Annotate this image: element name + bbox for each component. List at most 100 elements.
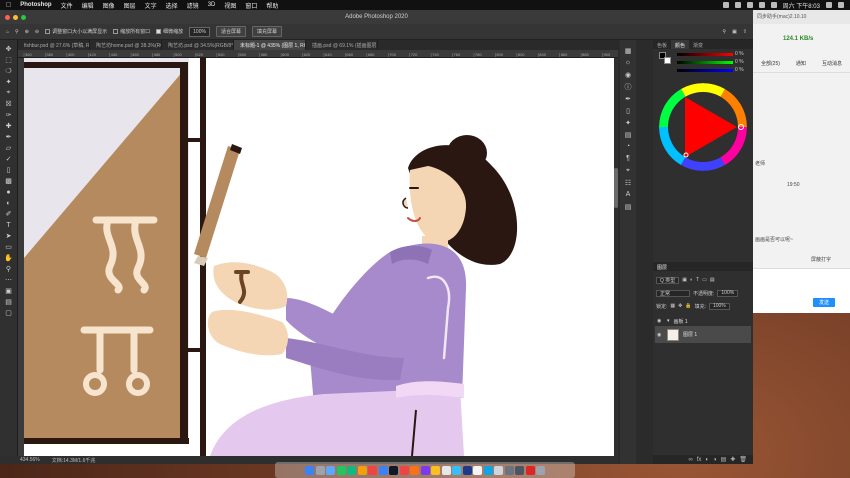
canvas-scrollbar[interactable] xyxy=(614,58,618,456)
menu-window[interactable]: 窗口 xyxy=(245,1,257,10)
apple-icon[interactable]:  xyxy=(6,2,11,9)
histogram-icon[interactable]: ▤ xyxy=(624,130,633,139)
lasso-tool-icon[interactable]: ❍ xyxy=(3,66,14,76)
chat-tab-notify[interactable]: 通知 xyxy=(796,60,806,67)
menubar-clock[interactable]: 周六 下午8:03 xyxy=(783,1,820,10)
cloud-status-icon[interactable] xyxy=(734,2,741,8)
document-size[interactable]: 文档:14.3M/1.6千兆 xyxy=(52,457,96,464)
menu-help[interactable]: 帮助 xyxy=(266,1,278,10)
link-layers-icon[interactable]: ∞ xyxy=(688,457,692,463)
adjustments-icon[interactable]: ☼ xyxy=(624,58,633,67)
layers-panel-title[interactable]: 图层 xyxy=(653,262,753,271)
zoom-percent-field[interactable]: 100% xyxy=(189,26,210,37)
hand-tool-icon[interactable]: ✋ xyxy=(3,253,14,263)
lock-all-icon[interactable]: 🔒 xyxy=(685,303,691,309)
scrollbar-thumb[interactable] xyxy=(614,168,618,208)
downloads-icon[interactable] xyxy=(515,465,524,475)
preview-icon[interactable] xyxy=(494,465,503,475)
background-swatch[interactable] xyxy=(664,57,671,64)
blur-tool-icon[interactable]: ● xyxy=(3,187,14,197)
clone-source-icon[interactable]: ▯ xyxy=(624,106,633,115)
menu-layer[interactable]: 图层 xyxy=(124,1,136,10)
tab-swatches[interactable]: 色板 xyxy=(653,40,671,49)
menu-filter[interactable]: 滤镜 xyxy=(187,1,199,10)
qq-icon[interactable] xyxy=(452,465,461,475)
slider-3-value[interactable]: 0 % xyxy=(735,67,744,73)
mask-icon[interactable]: ◐ xyxy=(705,457,709,463)
terminal-icon[interactable] xyxy=(389,465,398,475)
zoom-tool-side-icon[interactable]: ⚲ xyxy=(3,264,14,274)
mute-typing-checkbox[interactable]: 屏蔽打字 xyxy=(811,256,831,263)
eyedropper-icon[interactable]: ✑ xyxy=(3,110,14,120)
control-center-icon[interactable] xyxy=(838,2,844,8)
zoom-all-windows-checkbox[interactable]: 缩放所有窗口 xyxy=(113,28,150,35)
path-select-icon[interactable]: ➤ xyxy=(3,231,14,241)
browser-icon[interactable] xyxy=(473,465,482,475)
slider-2-value[interactable]: 0 % xyxy=(735,59,744,65)
fit-screen-button[interactable]: 适合屏幕 xyxy=(215,26,246,37)
menu-app-photoshop[interactable]: Photoshop xyxy=(20,2,51,8)
pen-tool-icon[interactable]: ✐ xyxy=(3,209,14,219)
close-window-button[interactable] xyxy=(5,14,10,20)
zoom-window-button[interactable] xyxy=(21,14,26,20)
slider-2[interactable] xyxy=(677,61,733,64)
launchpad-icon[interactable] xyxy=(315,465,325,475)
stamp-tool-icon[interactable]: ▱ xyxy=(3,143,14,153)
eraser-tool-icon[interactable]: ▯ xyxy=(3,165,14,175)
aftereffects-icon[interactable] xyxy=(410,465,419,475)
quick-mask-icon[interactable]: ▤ xyxy=(3,297,14,307)
slider-3[interactable] xyxy=(677,69,733,72)
xcode-icon[interactable] xyxy=(441,465,451,475)
tab-fishbur[interactable]: fishbur.psd @ 27.6% (草稿, RGB/8) xyxy=(18,40,90,50)
input-method-icon[interactable] xyxy=(770,2,777,8)
paragraph-icon[interactable]: ¶ xyxy=(624,154,633,163)
layer-group-artboard[interactable]: ◉ ▾ 画板 1 xyxy=(655,316,751,326)
trash-dock-icon[interactable] xyxy=(536,465,545,475)
menu-select[interactable]: 选择 xyxy=(166,1,178,10)
channels-icon[interactable]: ▤ xyxy=(624,202,633,211)
share-icon[interactable]: ⇧ xyxy=(743,29,747,35)
document-canvas[interactable] xyxy=(24,58,614,456)
lock-position-icon[interactable]: ✥ xyxy=(678,303,682,309)
dodge-tool-icon[interactable]: ◐ xyxy=(3,198,14,208)
screen-mode-icon[interactable]: ▢ xyxy=(3,308,14,318)
chat-tab-interact[interactable]: 互动消息 xyxy=(822,60,842,67)
photos-icon[interactable] xyxy=(357,465,367,475)
layer-kind-filter[interactable]: Q 类型 xyxy=(656,276,680,284)
frame-tool-icon[interactable]: ☒ xyxy=(3,99,14,109)
history-brush-icon[interactable]: ✓ xyxy=(3,154,14,164)
fill-field[interactable]: 100% xyxy=(708,302,730,310)
appstore-icon[interactable] xyxy=(378,465,388,475)
lock-pixels-icon[interactable]: ▦ xyxy=(670,303,675,309)
menu-file[interactable]: 文件 xyxy=(61,1,73,10)
gradient-tool-icon[interactable]: ▩ xyxy=(3,176,14,186)
new-group-icon[interactable]: ▤ xyxy=(721,456,727,463)
navigator-icon[interactable]: ◔ xyxy=(624,142,633,151)
finder-icon[interactable] xyxy=(305,465,314,475)
search-icon[interactable]: ⚲ xyxy=(722,29,726,35)
properties-icon[interactable]: ☷ xyxy=(624,178,633,187)
wechat-status-icon[interactable] xyxy=(722,2,729,8)
brush-tool-icon[interactable]: ✒ xyxy=(3,132,14,142)
home-icon[interactable]: ⌂ xyxy=(6,29,9,35)
zoom-tool-icon[interactable]: ⚲ xyxy=(15,29,19,35)
filter-adjust-icon[interactable]: ◐ xyxy=(690,277,693,283)
zoom-in-icon[interactable]: ⊕ xyxy=(25,29,29,35)
info-icon[interactable]: ⓘ xyxy=(624,82,633,91)
spotlight-icon[interactable] xyxy=(826,2,832,8)
menu-3d[interactable]: 3D xyxy=(208,2,216,8)
crop-panel-icon[interactable]: ⌖ xyxy=(624,166,633,175)
styles-icon[interactable]: ◉ xyxy=(624,70,633,79)
healing-brush-icon[interactable]: ✚ xyxy=(3,121,14,131)
new-layer-icon[interactable]: ✚ xyxy=(730,456,735,463)
color-swatches-icon[interactable]: ▣ xyxy=(3,286,14,296)
chevron-down-icon[interactable]: ▾ xyxy=(667,318,670,324)
filter-type-icon[interactable]: T xyxy=(696,277,699,283)
dock-folder-icon[interactable] xyxy=(504,465,514,475)
send-button[interactable]: 发送 xyxy=(813,298,835,307)
slider-1-value[interactable]: 0 % xyxy=(735,51,744,57)
new-adjustment-icon[interactable]: ◑ xyxy=(713,457,717,463)
fill-screen-button[interactable]: 填充屏幕 xyxy=(251,26,282,37)
photoshop-dock-icon[interactable] xyxy=(462,465,472,475)
color-wheel[interactable] xyxy=(653,75,753,185)
